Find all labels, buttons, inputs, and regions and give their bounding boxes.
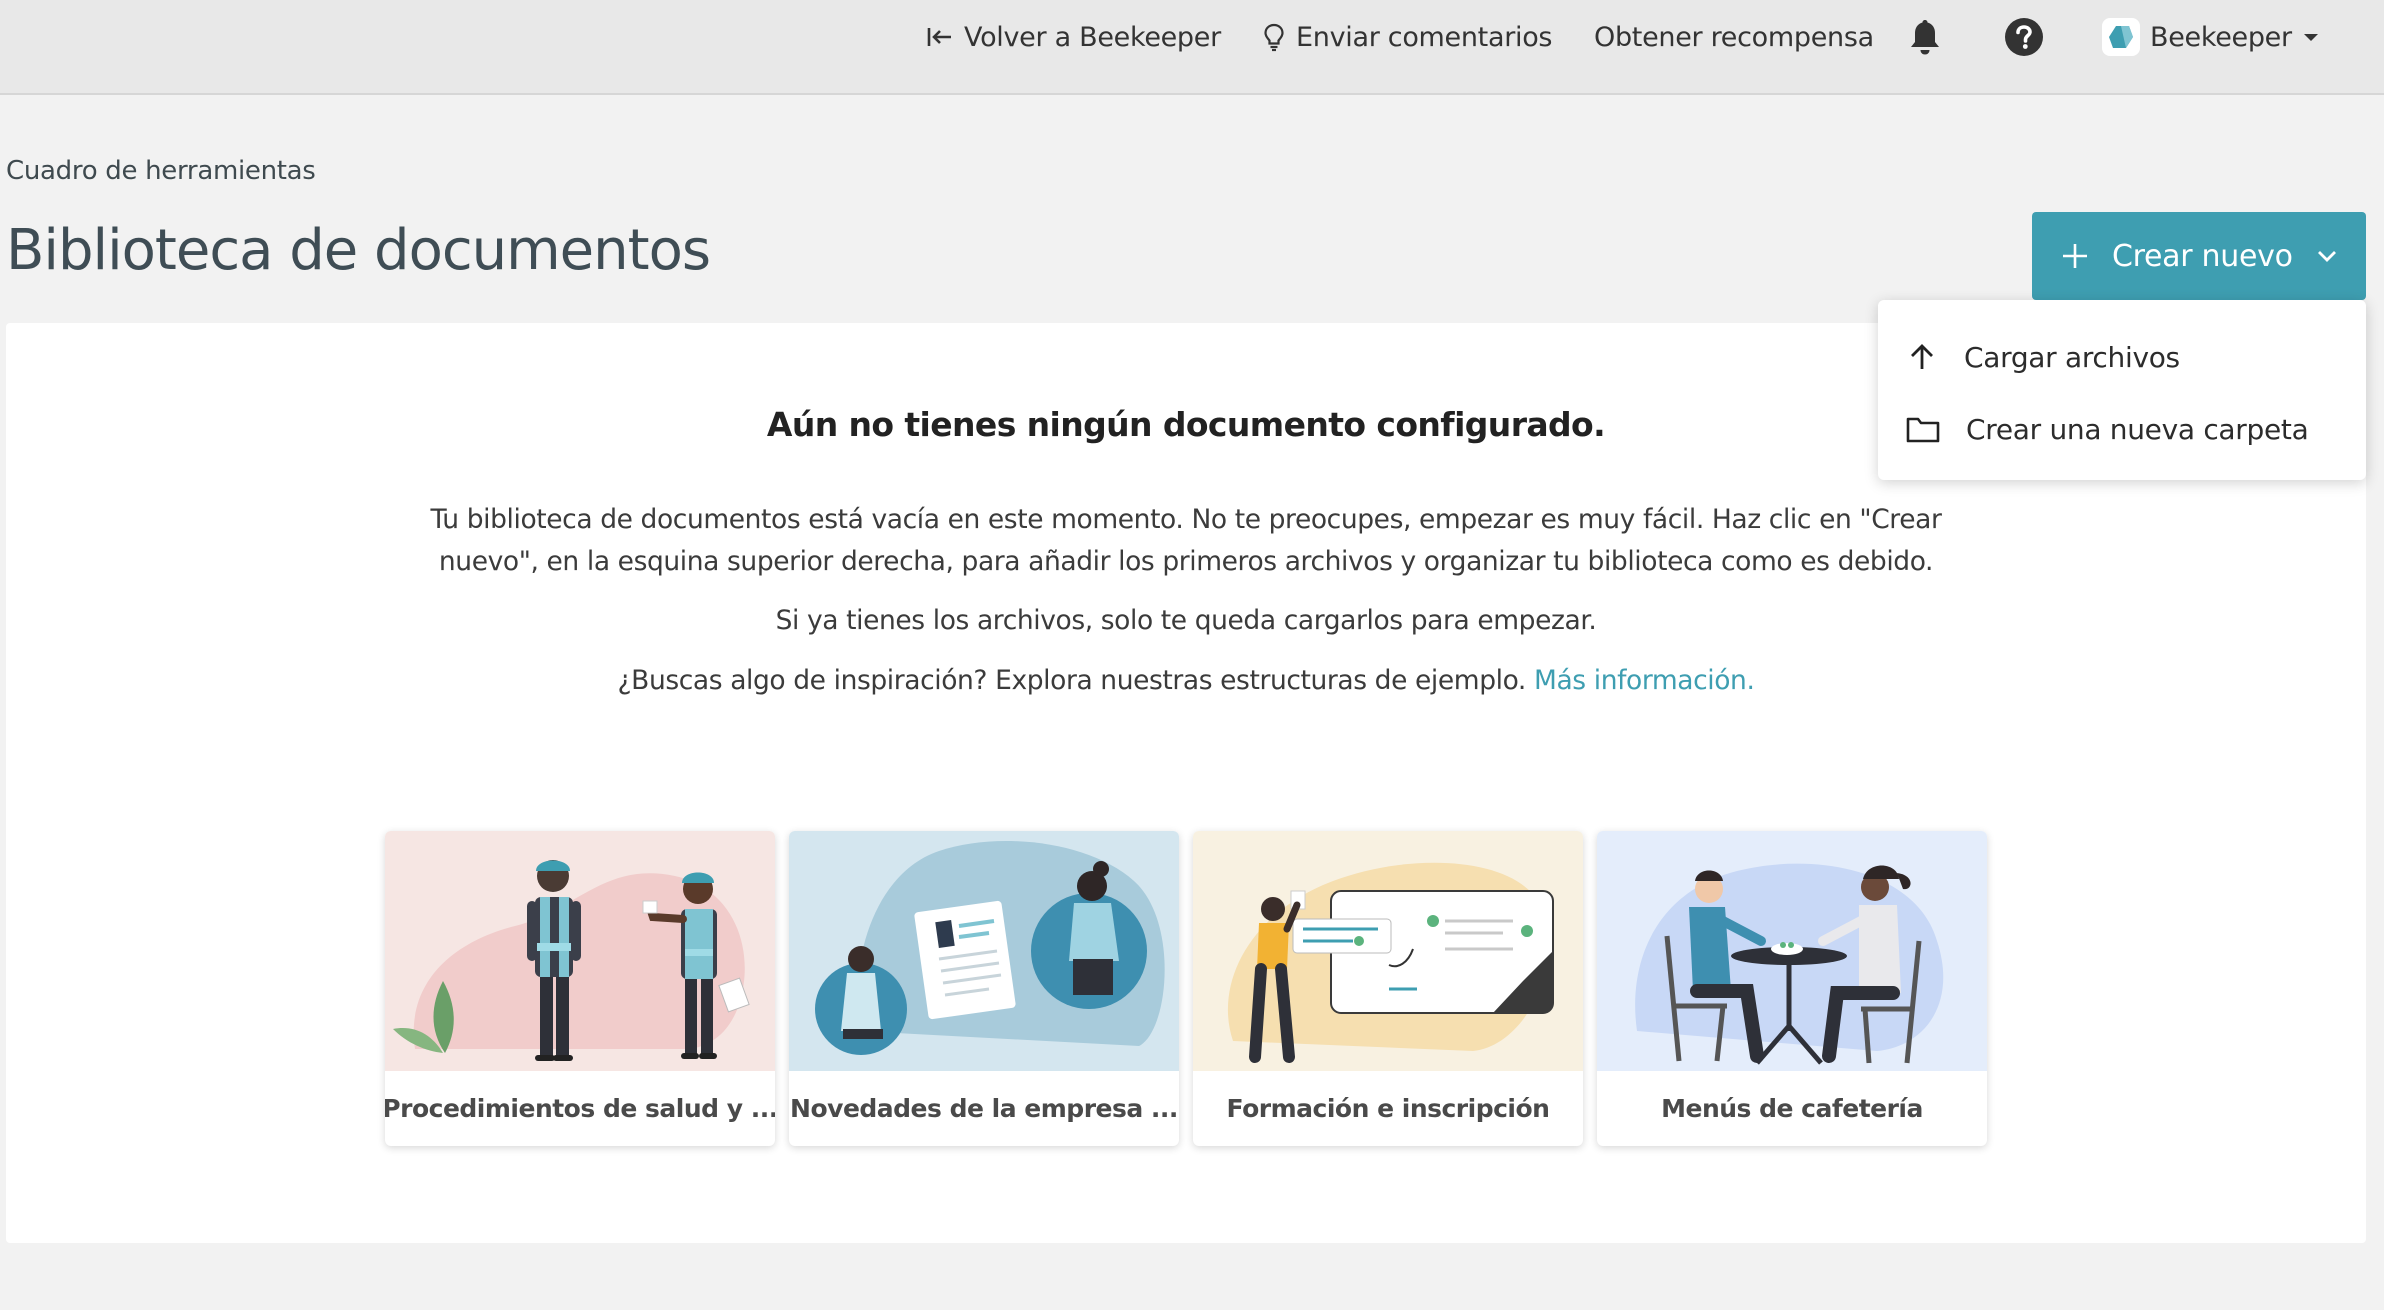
template-card-label: Procedimientos de salud y ... — [385, 1094, 775, 1123]
create-folder-label: Crear una nueva carpeta — [1966, 412, 2309, 446]
folder-icon — [1906, 417, 1940, 443]
empty-state-description: Tu biblioteca de documentos está vacía e… — [430, 504, 1942, 577]
back-to-beekeeper-link[interactable]: Volver a Beekeeper — [926, 0, 1221, 74]
account-menu[interactable]: Beekeeper — [2102, 0, 2320, 74]
cafeteria-illustration — [1597, 831, 1987, 1071]
send-feedback-link[interactable]: Enviar comentarios — [1262, 0, 1553, 74]
template-card-health-safety[interactable]: Procedimientos de salud y ... — [385, 831, 775, 1146]
menu-item-create-folder[interactable]: Crear una nueva carpeta — [1878, 396, 2366, 462]
template-card-label: Novedades de la empresa ... — [790, 1094, 1178, 1123]
inspiration-text: ¿Buscas algo de inspiración? Explora nue… — [617, 665, 1527, 696]
account-label: Beekeeper — [2150, 21, 2292, 53]
reward-label: Obtener recompensa — [1594, 21, 1874, 53]
caret-down-icon — [2303, 34, 2318, 41]
arrow-up-icon — [1911, 344, 1933, 369]
template-card-company-news[interactable]: Novedades de la empresa ... — [789, 831, 1179, 1146]
template-card-training[interactable]: Formación e inscripción — [1193, 831, 1583, 1146]
upload-files-label: Cargar archivos — [1964, 340, 2180, 374]
question-circle-icon — [2005, 18, 2043, 56]
create-new-button[interactable]: Crear nuevo — [2032, 212, 2366, 300]
notifications-button[interactable] — [1907, 0, 1943, 74]
breadcrumb[interactable]: Cuadro de herramientas — [6, 156, 316, 186]
lightbulb-icon — [1264, 23, 1284, 52]
create-new-label: Crear nuevo — [2112, 238, 2293, 274]
company-news-illustration — [789, 831, 1179, 1071]
help-button[interactable] — [2004, 0, 2044, 74]
bell-icon — [1911, 20, 1939, 55]
template-card-cafeteria[interactable]: Menús de cafetería — [1597, 831, 1987, 1146]
beekeeper-logo — [2102, 18, 2140, 56]
plus-icon — [2063, 244, 2087, 268]
page-title: Biblioteca de documentos — [6, 218, 711, 283]
health-safety-illustration — [385, 831, 775, 1071]
template-card-label: Menús de cafetería — [1661, 1094, 1923, 1123]
back-label: Volver a Beekeeper — [964, 21, 1221, 53]
existing-files-hint: Si ya tienes los archivos, solo te queda… — [775, 605, 1597, 636]
training-illustration — [1193, 831, 1583, 1071]
chevron-down-icon — [2318, 251, 2336, 262]
template-card-label: Formación e inscripción — [1226, 1094, 1550, 1123]
menu-item-upload-files[interactable]: Cargar archivos — [1878, 324, 2366, 390]
more-info-link[interactable]: Más información. — [1534, 665, 1755, 696]
create-new-dropdown: Cargar archivos Crear una nueva carpeta — [1878, 300, 2366, 480]
feedback-label: Enviar comentarios — [1296, 21, 1553, 53]
arrow-left-to-bar-icon — [927, 28, 951, 46]
top-navigation-bar: Volver a Beekeeper Enviar comentarios Ob… — [0, 0, 2384, 95]
inspiration-line: ¿Buscas algo de inspiración? Explora nue… — [6, 665, 2366, 696]
get-reward-link[interactable]: Obtener recompensa — [1594, 0, 1874, 74]
